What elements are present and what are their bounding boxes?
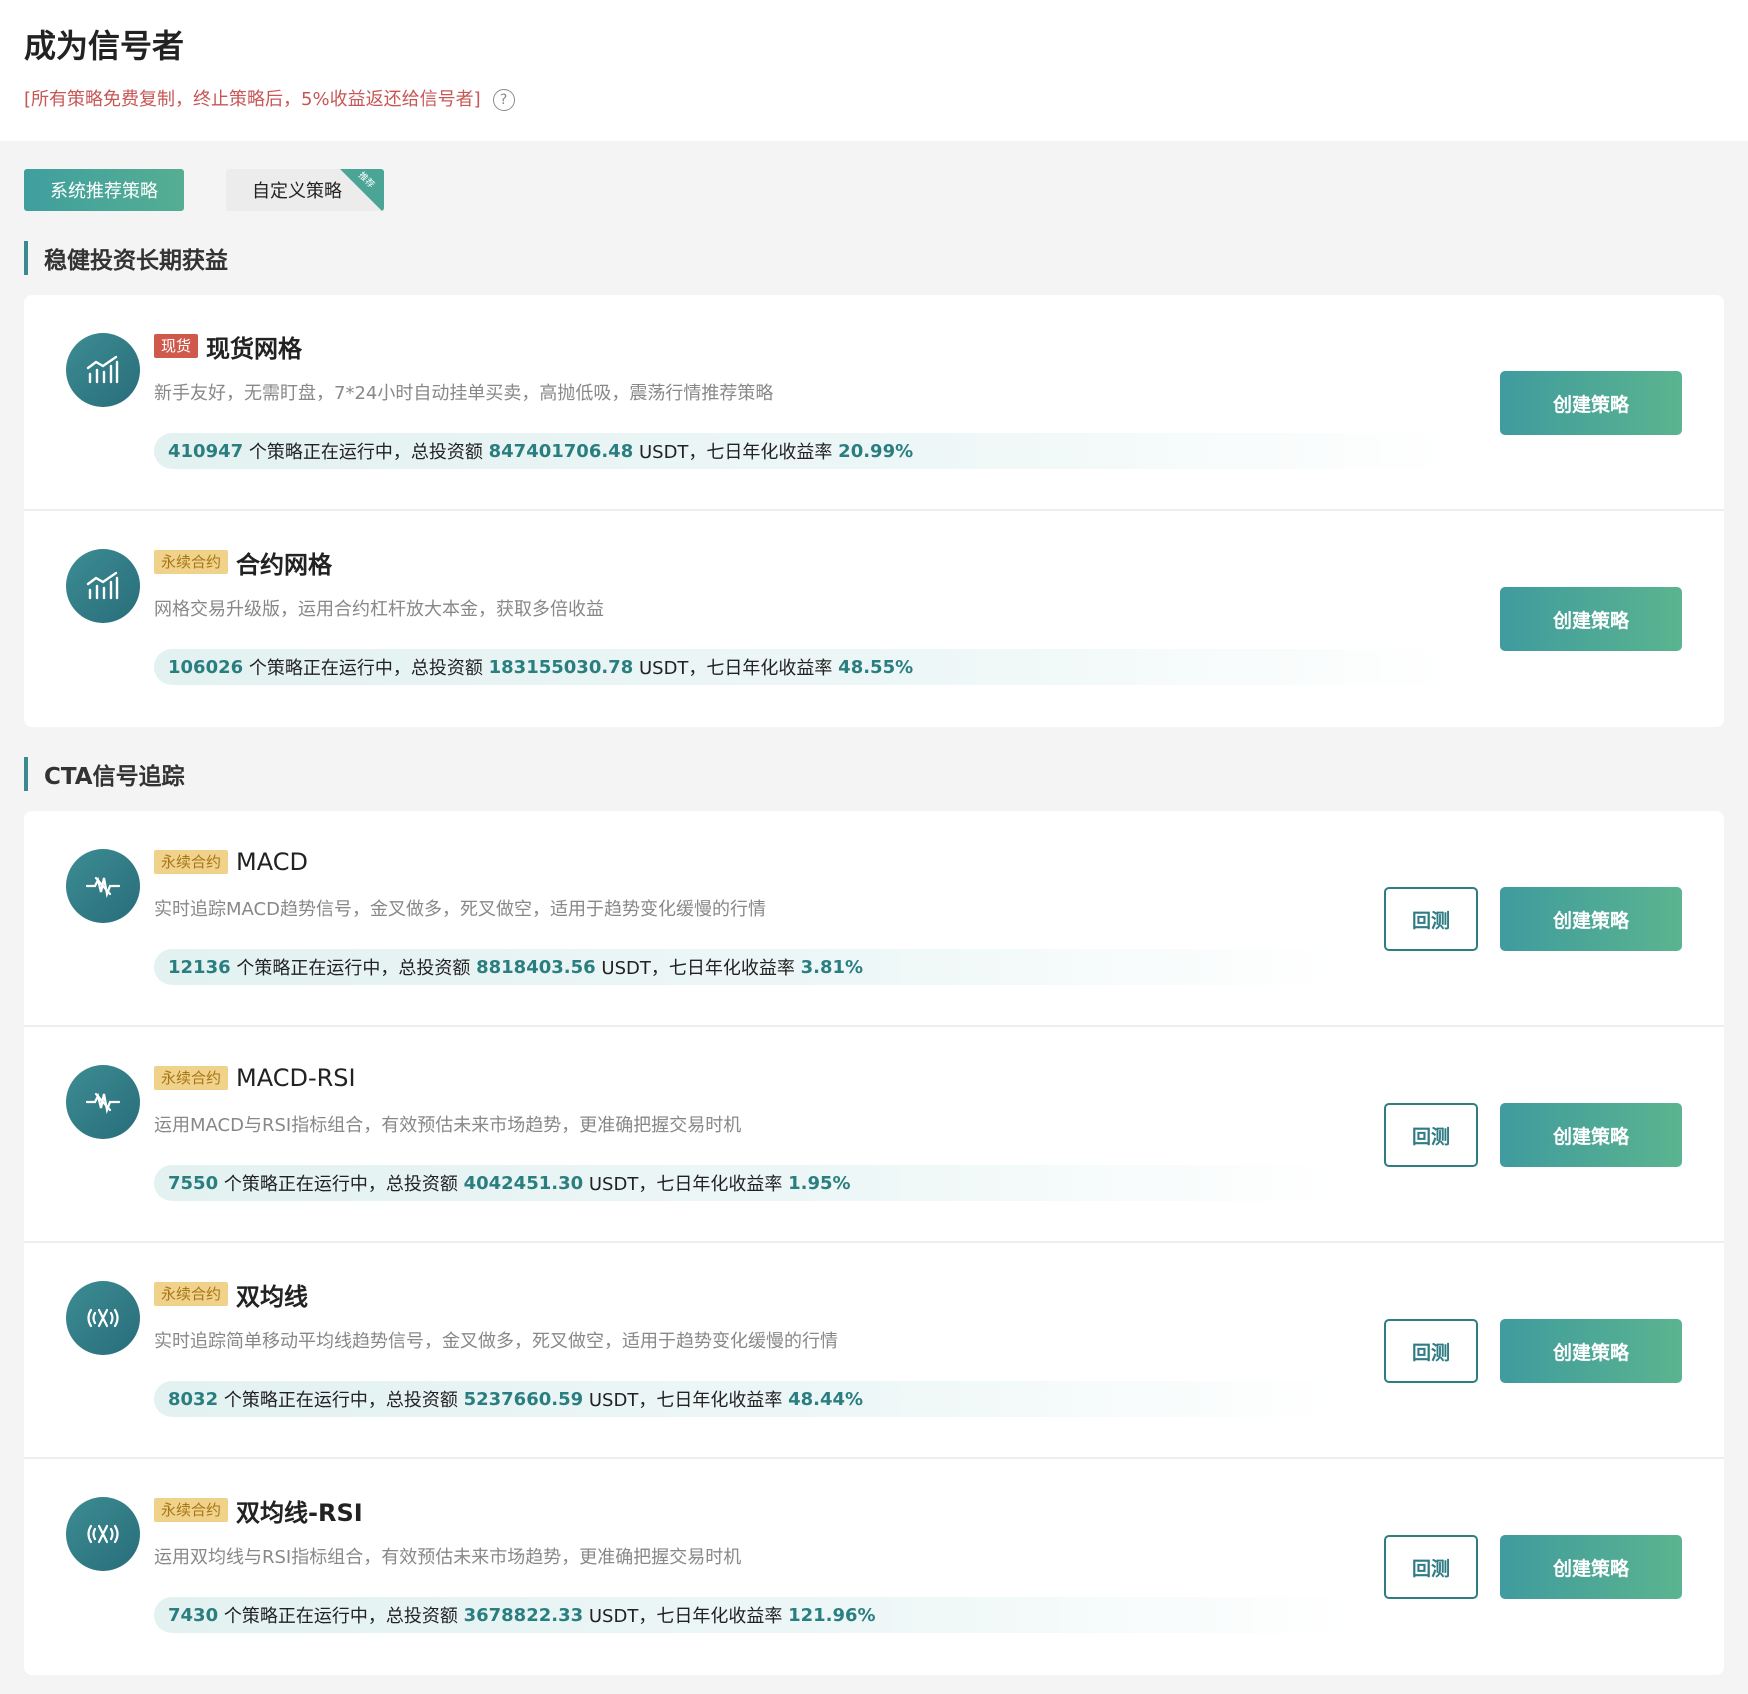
section-title-stable: 稳健投资长期获益 (24, 241, 1724, 275)
strategy-row-macd: 永续合约 MACD 实时追踪MACD趋势信号，金叉做多，死叉做空，适用于趋势变化… (24, 811, 1724, 1027)
row-head: 永续合约 MACD (154, 847, 308, 877)
backtest-button[interactable]: 回测 (1384, 1103, 1478, 1167)
total-investment: 8818403.56 (476, 956, 596, 978)
tab-system-recommended[interactable]: 系统推荐策略 (24, 169, 184, 211)
running-count: 106026 (168, 656, 244, 678)
pulse-cross-icon (66, 849, 140, 923)
row-head: 永续合约 双均线 (154, 1279, 309, 1311)
amount-label: USDT，七日年化收益率 (588, 1174, 783, 1195)
strategy-title: 合约网格 (236, 550, 333, 579)
strategy-row-spot-grid: 现货 现货网格 新手友好，无需盯盘，7*24小时自动挂单买卖，高抛低吸，震荡行情… (24, 295, 1724, 511)
strategy-desc: 运用双均线与RSI指标组合，有效预估未来市场趋势，更准确把握交易时机 (154, 1547, 742, 1568)
badge-perpetual: 永续合约 (154, 1498, 229, 1522)
strategy-stats: 7550 个策略正在运行中，总投资额 4042451.30 USDT，七日年化收… (154, 1165, 1334, 1201)
strategy-title: MACD (236, 848, 308, 876)
help-icon[interactable]: ? (492, 89, 515, 111)
chart-bars-icon (66, 333, 140, 407)
running-count: 7550 (168, 1172, 219, 1194)
badge-perpetual: 永续合约 (154, 1066, 229, 1090)
create-strategy-button[interactable]: 创建策略 (1500, 1103, 1682, 1167)
backtest-button[interactable]: 回测 (1384, 1319, 1478, 1383)
create-strategy-button[interactable]: 创建策略 (1500, 1319, 1682, 1383)
tab-custom-label: 自定义策略 (252, 181, 342, 202)
annual-rate: 48.44% (788, 1388, 864, 1410)
strategy-row-contract-grid: 永续合约 合约网格 网格交易升级版，运用合约杠杆放大本金，获取多倍收益 1060… (24, 511, 1724, 727)
running-label: 个策略正在运行中，总投资额 (223, 1606, 458, 1627)
row-head: 永续合约 合约网格 (154, 547, 333, 579)
section-title-cta: CTA信号追踪 (24, 757, 1724, 791)
amount-label: USDT，七日年化收益率 (601, 958, 795, 979)
strategy-title: 双均线 (236, 1282, 309, 1311)
page-header: 成为信号者 [所有策略免费复制，终止策略后，5%收益返还给信号者] ? (0, 0, 1748, 141)
total-investment: 4042451.30 (463, 1172, 584, 1194)
strategy-tabs: 系统推荐策略 自定义策略 推荐 (24, 169, 1724, 211)
strategy-title: 双均线-RSI (236, 1498, 363, 1527)
create-strategy-button[interactable]: 创建策略 (1500, 371, 1682, 435)
strategy-row-dual-ma: 永续合约 双均线 实时追踪简单移动平均线趋势信号，金叉做多，死叉做空，适用于趋势… (24, 1243, 1724, 1459)
running-count: 410947 (168, 440, 244, 462)
amount-label: USDT，七日年化收益率 (588, 1606, 783, 1627)
chart-bars-icon (66, 549, 140, 623)
running-label: 个策略正在运行中，总投资额 (248, 658, 483, 679)
strategy-stats: 106026 个策略正在运行中，总投资额 183155030.78 USDT，七… (154, 649, 1454, 685)
strategy-list-cta: 永续合约 MACD 实时追踪MACD趋势信号，金叉做多，死叉做空，适用于趋势变化… (24, 811, 1724, 1675)
recommend-ribbon: 推荐 (340, 169, 384, 211)
running-label: 个策略正在运行中，总投资额 (236, 958, 471, 979)
strategy-row-dual-ma-rsi: 永续合约 双均线-RSI 运用双均线与RSI指标组合，有效预估未来市场趋势，更准… (24, 1459, 1724, 1675)
running-count: 7430 (168, 1604, 219, 1626)
main-content: 系统推荐策略 自定义策略 推荐 稳健投资长期获益 现货 现货网格 新手友好，无需… (0, 169, 1748, 1675)
create-strategy-button[interactable]: 创建策略 (1500, 587, 1682, 651)
strategy-desc: 新手友好，无需盯盘，7*24小时自动挂单买卖，高抛低吸，震荡行情推荐策略 (154, 383, 774, 404)
backtest-button[interactable]: 回测 (1384, 1535, 1478, 1599)
create-strategy-button[interactable]: 创建策略 (1500, 1535, 1682, 1599)
total-investment: 847401706.48 (488, 440, 634, 462)
strategy-stats: 7430 个策略正在运行中，总投资额 3678822.33 USDT，七日年化收… (154, 1597, 1354, 1633)
strategy-title: MACD-RSI (236, 1064, 356, 1092)
amount-label: USDT，七日年化收益率 (588, 1390, 783, 1411)
subtitle-row: [所有策略免费复制，终止策略后，5%收益返还给信号者] ? (24, 88, 1724, 112)
total-investment: 5237660.59 (463, 1388, 584, 1410)
strategy-row-macd-rsi: 永续合约 MACD-RSI 运用MACD与RSI指标组合，有效预估未来市场趋势，… (24, 1027, 1724, 1243)
badge-perpetual: 永续合约 (154, 550, 229, 574)
amount-label: USDT，七日年化收益率 (638, 442, 833, 463)
tab-custom-strategy[interactable]: 自定义策略 推荐 (226, 169, 384, 211)
running-label: 个策略正在运行中，总投资额 (248, 442, 483, 463)
amount-label: USDT，七日年化收益率 (638, 658, 833, 679)
backtest-button[interactable]: 回测 (1384, 887, 1478, 951)
strategy-list-stable: 现货 现货网格 新手友好，无需盯盘，7*24小时自动挂单买卖，高抛低吸，震荡行情… (24, 295, 1724, 727)
strategy-title: 现货网格 (206, 334, 303, 363)
running-label: 个策略正在运行中，总投资额 (223, 1390, 458, 1411)
signal-wave-icon (66, 1497, 140, 1571)
strategy-desc: 实时追踪简单移动平均线趋势信号，金叉做多，死叉做空，适用于趋势变化缓慢的行情 (154, 1331, 838, 1352)
strategy-desc: 实时追踪MACD趋势信号，金叉做多，死叉做空，适用于趋势变化缓慢的行情 (154, 899, 766, 920)
total-investment: 3678822.33 (463, 1604, 584, 1626)
badge-perpetual: 永续合约 (154, 1282, 229, 1306)
total-investment: 183155030.78 (488, 656, 634, 678)
annual-rate: 48.55% (838, 656, 914, 678)
strategy-desc: 网格交易升级版，运用合约杠杆放大本金，获取多倍收益 (154, 599, 604, 620)
annual-rate: 20.99% (838, 440, 914, 462)
strategy-stats: 12136 个策略正在运行中，总投资额 8818403.56 USDT，七日年化… (154, 949, 1334, 985)
annual-rate: 1.95% (788, 1172, 851, 1194)
signal-wave-icon (66, 1281, 140, 1355)
page-title: 成为信号者 (24, 27, 185, 65)
page-subtitle: [所有策略免费复制，终止策略后，5%收益返还给信号者] (24, 89, 481, 110)
running-count: 12136 (168, 956, 231, 978)
running-count: 8032 (168, 1388, 219, 1410)
pulse-cross-icon (66, 1065, 140, 1139)
strategy-desc: 运用MACD与RSI指标组合，有效预估未来市场趋势，更准确把握交易时机 (154, 1115, 742, 1136)
create-strategy-button[interactable]: 创建策略 (1500, 887, 1682, 951)
strategy-stats: 410947 个策略正在运行中，总投资额 847401706.48 USDT，七… (154, 433, 1454, 469)
row-head: 永续合约 双均线-RSI (154, 1495, 363, 1527)
strategy-stats: 8032 个策略正在运行中，总投资额 5237660.59 USDT，七日年化收… (154, 1381, 1334, 1417)
row-head: 现货 现货网格 (154, 331, 303, 363)
running-label: 个策略正在运行中，总投资额 (223, 1174, 458, 1195)
annual-rate: 3.81% (800, 956, 864, 978)
row-head: 永续合约 MACD-RSI (154, 1063, 356, 1093)
badge-spot: 现货 (154, 334, 199, 358)
badge-perpetual: 永续合约 (154, 850, 229, 874)
annual-rate: 121.96% (788, 1604, 876, 1626)
